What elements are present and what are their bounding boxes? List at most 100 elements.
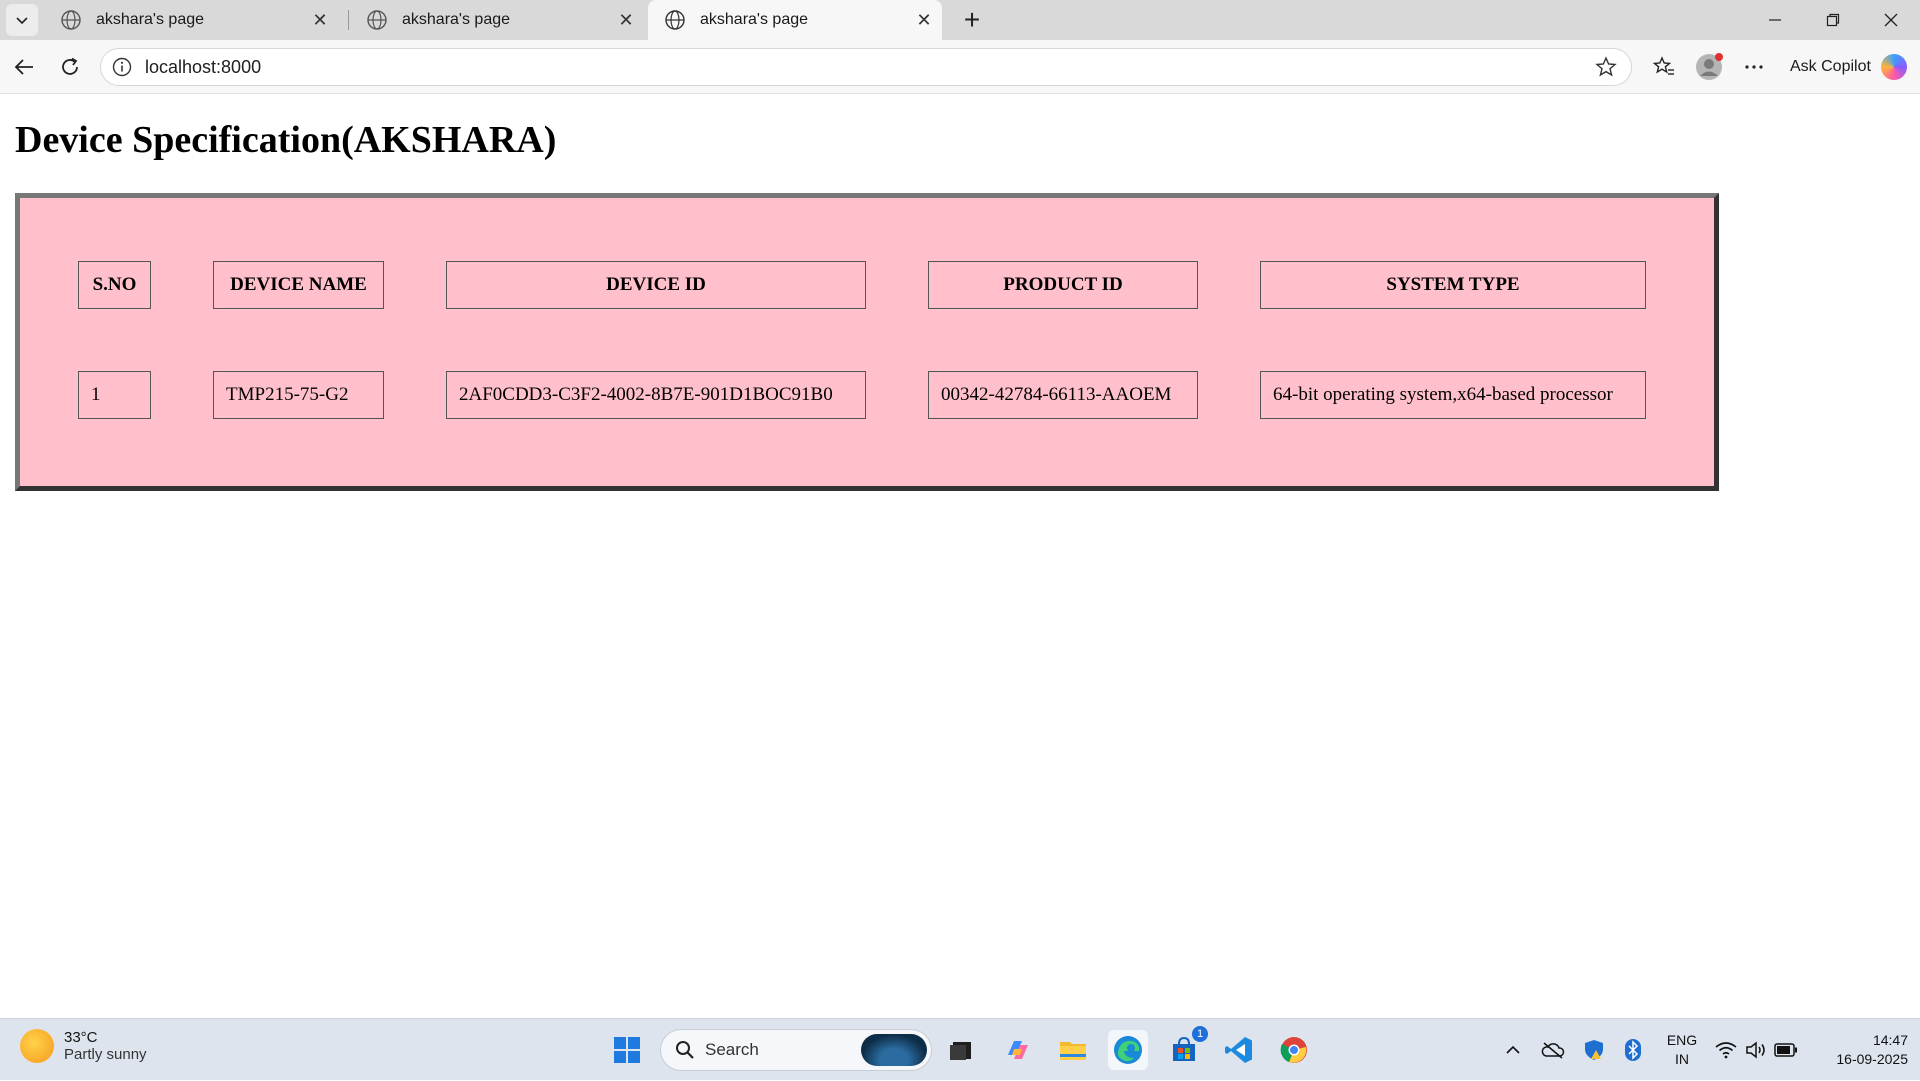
tab-actions-menu-button[interactable] (6, 4, 38, 36)
battery-status[interactable] (1772, 1019, 1800, 1081)
search-icon (676, 1041, 694, 1059)
chevron-up-icon (1506, 1045, 1520, 1054)
taskbar: 33°C Partly sunny Search 1 ENG IN 14:47 … (0, 1018, 1920, 1080)
cell-device-name: TMP215-75-G2 (213, 371, 384, 419)
speaker-icon (1746, 1041, 1765, 1059)
notification-badge: 1 (1192, 1026, 1208, 1042)
onedrive-status[interactable] (1538, 1019, 1568, 1081)
task-view-icon (950, 1042, 971, 1060)
partly-sunny-icon (20, 1029, 54, 1063)
security-status[interactable] (1580, 1019, 1608, 1081)
ask-copilot-button[interactable]: Ask Copilot (1780, 47, 1914, 87)
volume-status[interactable] (1742, 1019, 1770, 1081)
restore-button[interactable] (1804, 0, 1862, 40)
vscode-button[interactable] (1219, 1030, 1259, 1070)
device-spec-table-container: S.NO DEVICE NAME DEVICE ID PRODUCT ID SY… (15, 193, 1719, 491)
globe-icon (665, 10, 685, 30)
network-status[interactable] (1712, 1019, 1740, 1081)
clock-time: 14:47 (1872, 1032, 1908, 1048)
bluetooth-icon (1625, 1039, 1641, 1061)
address-bar[interactable]: localhost:8000 (100, 48, 1632, 86)
chevron-down-icon (16, 17, 28, 25)
favorites-icon (1652, 56, 1674, 75)
cell-product-id: 00342-42784-66113-AAOEM (928, 371, 1198, 419)
tab-strip: akshara's page ✕ akshara's page ✕ akshar… (0, 0, 1920, 40)
close-tab-icon[interactable]: ✕ (910, 10, 938, 31)
restore-icon (1826, 13, 1840, 27)
weather-condition: Partly sunny (64, 1046, 147, 1063)
taskbar-search[interactable]: Search (660, 1029, 932, 1071)
bluetooth-status[interactable] (1620, 1019, 1646, 1081)
site-info-icon[interactable] (111, 56, 133, 78)
edge-browser-button[interactable] (1108, 1030, 1148, 1070)
ellipsis-icon (1745, 65, 1763, 69)
avatar-icon (1696, 53, 1723, 80)
cell-system-type: 64-bit operating system,x64-based proces… (1260, 371, 1646, 419)
weather-temperature: 33°C (64, 1029, 98, 1046)
folder-icon (1060, 1042, 1086, 1060)
vscode-icon (1225, 1037, 1252, 1063)
close-icon (1884, 13, 1898, 27)
microsoft-store-button[interactable]: 1 (1164, 1026, 1208, 1070)
favorites-button[interactable] (1646, 49, 1682, 85)
back-button[interactable] (6, 49, 42, 85)
globe-icon (367, 10, 387, 30)
favorite-star-icon[interactable] (1591, 52, 1621, 82)
more-options-button[interactable] (1736, 49, 1772, 85)
clock-date: 16-09-2025 (1836, 1051, 1908, 1067)
search-highlight-image (861, 1034, 927, 1066)
close-tab-icon[interactable]: ✕ (306, 10, 334, 31)
page-viewport: Device Specification(AKSHARA) S.NO DEVIC… (5, 94, 1920, 1018)
tab-title: akshara's page (96, 11, 205, 28)
browser-toolbar: localhost:8000 Ask Copilot (0, 40, 1920, 94)
copilot-icon (1008, 1041, 1028, 1059)
close-tab-icon[interactable]: ✕ (612, 10, 640, 31)
back-arrow-icon (14, 59, 33, 75)
language-code: ENG (1666, 1032, 1698, 1048)
region-code: IN (1675, 1051, 1689, 1067)
chrome-button[interactable] (1274, 1030, 1314, 1070)
url-text[interactable]: localhost:8000 (145, 57, 1591, 78)
cell-sno: 1 (78, 371, 151, 419)
refresh-icon (62, 57, 78, 75)
shield-warning-icon (1585, 1040, 1603, 1060)
tab-separator (348, 10, 349, 30)
weather-widget[interactable]: 33°C Partly sunny (20, 1029, 147, 1063)
profile-button[interactable] (1691, 49, 1727, 85)
battery-icon (1774, 1043, 1797, 1057)
edge-icon (1114, 1036, 1142, 1064)
start-button[interactable] (607, 1030, 647, 1070)
browser-tab[interactable]: akshara's page ✕ (44, 0, 338, 40)
windows-logo-icon (614, 1037, 640, 1063)
input-language-indicator[interactable]: ENG IN (1664, 1031, 1700, 1069)
minimize-button[interactable] (1746, 0, 1804, 40)
copilot-logo-icon (1880, 54, 1907, 80)
tab-title: akshara's page (700, 11, 809, 28)
file-explorer-button[interactable] (1053, 1030, 1093, 1070)
search-label: Search (705, 1040, 759, 1059)
table-header-row: S.NO DEVICE NAME DEVICE ID PRODUCT ID SY… (78, 261, 1646, 309)
column-header-sno: S.NO (78, 261, 151, 309)
tab-title: akshara's page (402, 11, 511, 28)
page-title: Device Specification(AKSHARA) (15, 119, 557, 161)
wifi-icon (1715, 1042, 1737, 1059)
device-spec-table: S.NO DEVICE NAME DEVICE ID PRODUCT ID SY… (16, 199, 1708, 481)
copilot-label: Ask Copilot (1790, 58, 1871, 75)
cell-device-id: 2AF0CDD3-C3F2-4002-8B7E-901D1BOC91B0 (446, 371, 866, 419)
refresh-button[interactable] (52, 49, 88, 85)
copilot-app-button[interactable] (998, 1030, 1038, 1070)
column-header-device-id: DEVICE ID (446, 261, 866, 309)
system-clock[interactable]: 14:47 16-09-2025 (1812, 1031, 1908, 1069)
globe-icon (61, 10, 81, 30)
task-view-button[interactable] (941, 1030, 981, 1070)
minimize-icon (1769, 19, 1781, 21)
new-tab-button[interactable]: + (956, 4, 988, 36)
table-row: 1 TMP215-75-G2 2AF0CDD3-C3F2-4002-8B7E-9… (78, 371, 1646, 419)
column-header-device-name: DEVICE NAME (213, 261, 384, 309)
show-hidden-icons-button[interactable] (1500, 1019, 1526, 1081)
chrome-icon (1280, 1037, 1307, 1063)
close-window-button[interactable] (1862, 0, 1920, 40)
browser-tab-active[interactable]: akshara's page ✕ (648, 0, 942, 40)
cloud-offline-icon (1541, 1042, 1565, 1059)
browser-tab[interactable]: akshara's page ✕ (350, 0, 644, 40)
